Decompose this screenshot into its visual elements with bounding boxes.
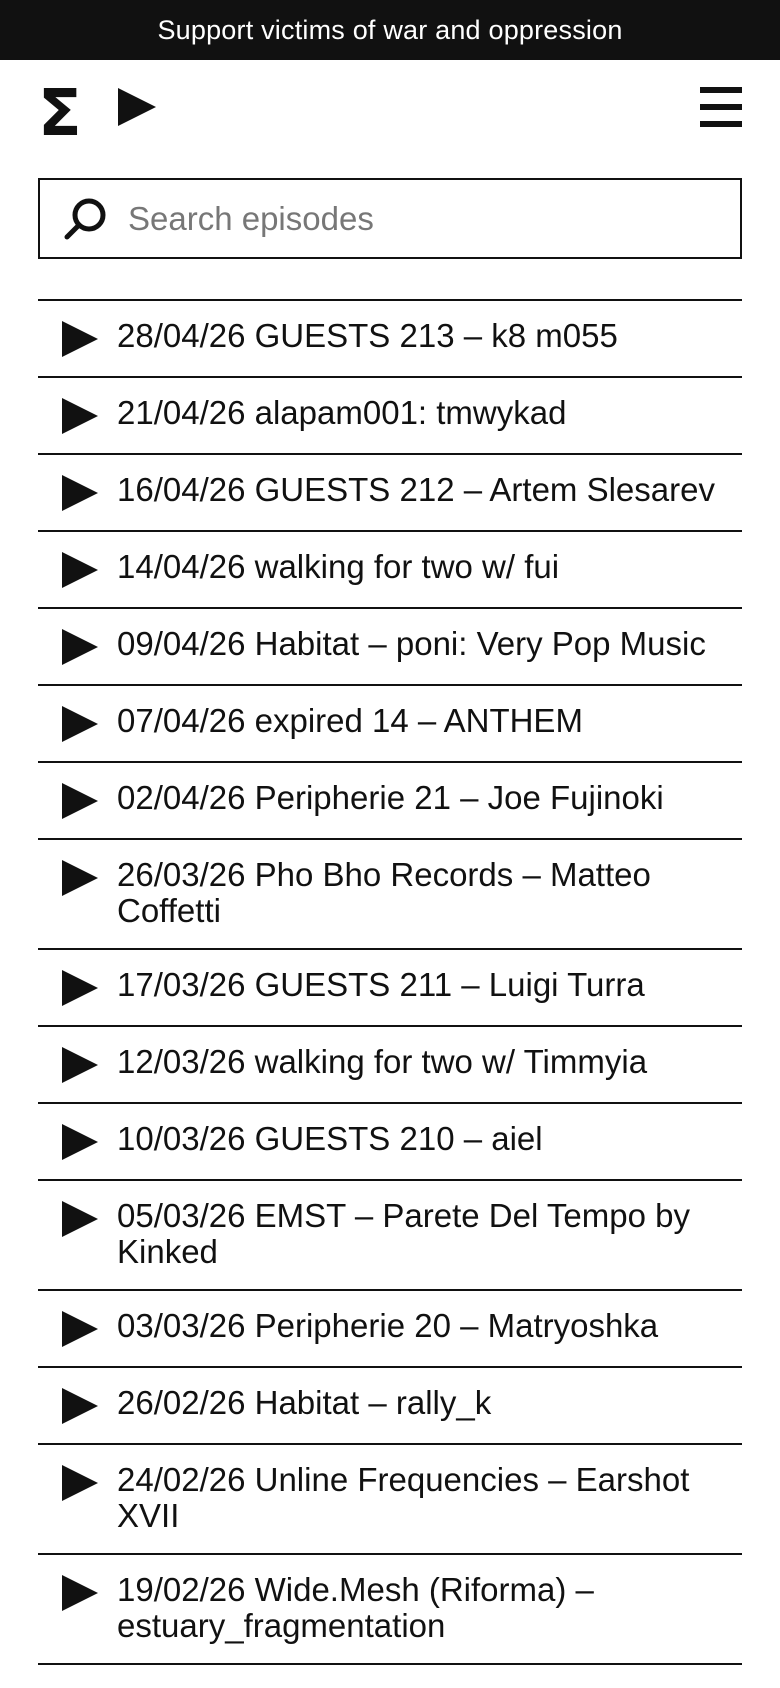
- episode-title[interactable]: 02/04/26 Peripherie 21 – Joe Fujinoki: [117, 780, 672, 816]
- episode-title[interactable]: 09/04/26 Habitat – poni: Very Pop Music: [117, 626, 714, 662]
- play-icon[interactable]: [62, 970, 98, 1006]
- episode-item[interactable]: 26/03/26 Pho Bho Records – Matteo Coffet…: [38, 840, 742, 950]
- play-icon[interactable]: [62, 860, 98, 896]
- episode-item[interactable]: 19/02/26 Wide.Mesh (Riforma) – estuary_f…: [38, 1555, 742, 1665]
- logo-play-icon[interactable]: [118, 88, 156, 126]
- search-box: [38, 178, 742, 259]
- episode-item[interactable]: 05/03/26 EMST – Parete Del Tempo by Kink…: [38, 1181, 742, 1291]
- episode-item[interactable]: 17/03/26 GUESTS 211 – Luigi Turra: [38, 950, 742, 1027]
- play-icon[interactable]: [62, 1465, 98, 1501]
- episode-title[interactable]: 05/03/26 EMST – Parete Del Tempo by Kink…: [117, 1198, 742, 1270]
- episode-item[interactable]: 21/04/26 alapam001: tmwykad: [38, 378, 742, 455]
- episode-item[interactable]: 26/02/26 Habitat – rally_k: [38, 1368, 742, 1445]
- episode-title[interactable]: 26/02/26 Habitat – rally_k: [117, 1385, 499, 1421]
- episode-title[interactable]: 24/02/26 Unline Frequencies – Earshot XV…: [117, 1462, 742, 1534]
- episode-title[interactable]: 19/02/26 Wide.Mesh (Riforma) – estuary_f…: [117, 1572, 742, 1644]
- episode-title[interactable]: 17/03/26 GUESTS 211 – Luigi Turra: [117, 967, 653, 1003]
- play-icon[interactable]: [62, 1311, 98, 1347]
- episode-title[interactable]: 26/03/26 Pho Bho Records – Matteo Coffet…: [117, 857, 742, 929]
- play-icon[interactable]: [62, 321, 98, 357]
- episode-item[interactable]: 10/03/26 GUESTS 210 – aiel: [38, 1104, 742, 1181]
- logo-sigma[interactable]: Σ: [38, 82, 82, 146]
- support-banner-text[interactable]: Support victims of war and oppression: [157, 15, 622, 46]
- episode-title[interactable]: 21/04/26 alapam001: tmwykad: [117, 395, 574, 431]
- episode-title[interactable]: 03/03/26 Peripherie 20 – Matryoshka: [117, 1308, 666, 1344]
- site-header: Σ: [0, 60, 780, 178]
- play-icon[interactable]: [62, 783, 98, 819]
- play-icon[interactable]: [62, 629, 98, 665]
- episode-title[interactable]: 10/03/26 GUESTS 210 – aiel: [117, 1121, 551, 1157]
- episode-list: 28/04/26 GUESTS 213 – k8 m055 21/04/26 al…: [38, 299, 742, 1665]
- play-icon[interactable]: [62, 1575, 98, 1611]
- episode-title[interactable]: 16/04/26 GUESTS 212 – Artem Slesarev: [117, 472, 723, 508]
- episode-item[interactable]: 16/04/26 GUESTS 212 – Artem Slesarev: [38, 455, 742, 532]
- play-icon[interactable]: [62, 706, 98, 742]
- episode-item[interactable]: 07/04/26 expired 14 – ANTHEM: [38, 686, 742, 763]
- episode-item[interactable]: 24/02/26 Unline Frequencies – Earshot XV…: [38, 1445, 742, 1555]
- hamburger-menu-icon[interactable]: [700, 87, 742, 127]
- support-banner[interactable]: Support victims of war and oppression: [0, 0, 780, 60]
- episode-title[interactable]: 07/04/26 expired 14 – ANTHEM: [117, 703, 591, 739]
- episode-item[interactable]: 09/04/26 Habitat – poni: Very Pop Music: [38, 609, 742, 686]
- search-input[interactable]: [120, 188, 740, 249]
- episode-title[interactable]: 12/03/26 walking for two w/ Timmyia: [117, 1044, 655, 1080]
- episode-item[interactable]: 03/03/26 Peripherie 20 – Matryoshka: [38, 1291, 742, 1368]
- play-icon[interactable]: [62, 1201, 98, 1237]
- play-icon[interactable]: [62, 552, 98, 588]
- episode-title[interactable]: 14/04/26 walking for two w/ fui: [117, 549, 567, 585]
- episode-item[interactable]: 12/03/26 walking for two w/ Timmyia: [38, 1027, 742, 1104]
- episode-item[interactable]: 14/04/26 walking for two w/ fui: [38, 532, 742, 609]
- play-icon[interactable]: [62, 1388, 98, 1424]
- play-icon[interactable]: [62, 1047, 98, 1083]
- play-icon[interactable]: [62, 475, 98, 511]
- search-icon[interactable]: [50, 189, 120, 249]
- episode-title[interactable]: 28/04/26 GUESTS 213 – k8 m055: [117, 318, 626, 354]
- episode-item[interactable]: 28/04/26 GUESTS 213 – k8 m055: [38, 301, 742, 378]
- play-icon[interactable]: [62, 1124, 98, 1160]
- play-icon[interactable]: [62, 398, 98, 434]
- episode-item[interactable]: 02/04/26 Peripherie 21 – Joe Fujinoki: [38, 763, 742, 840]
